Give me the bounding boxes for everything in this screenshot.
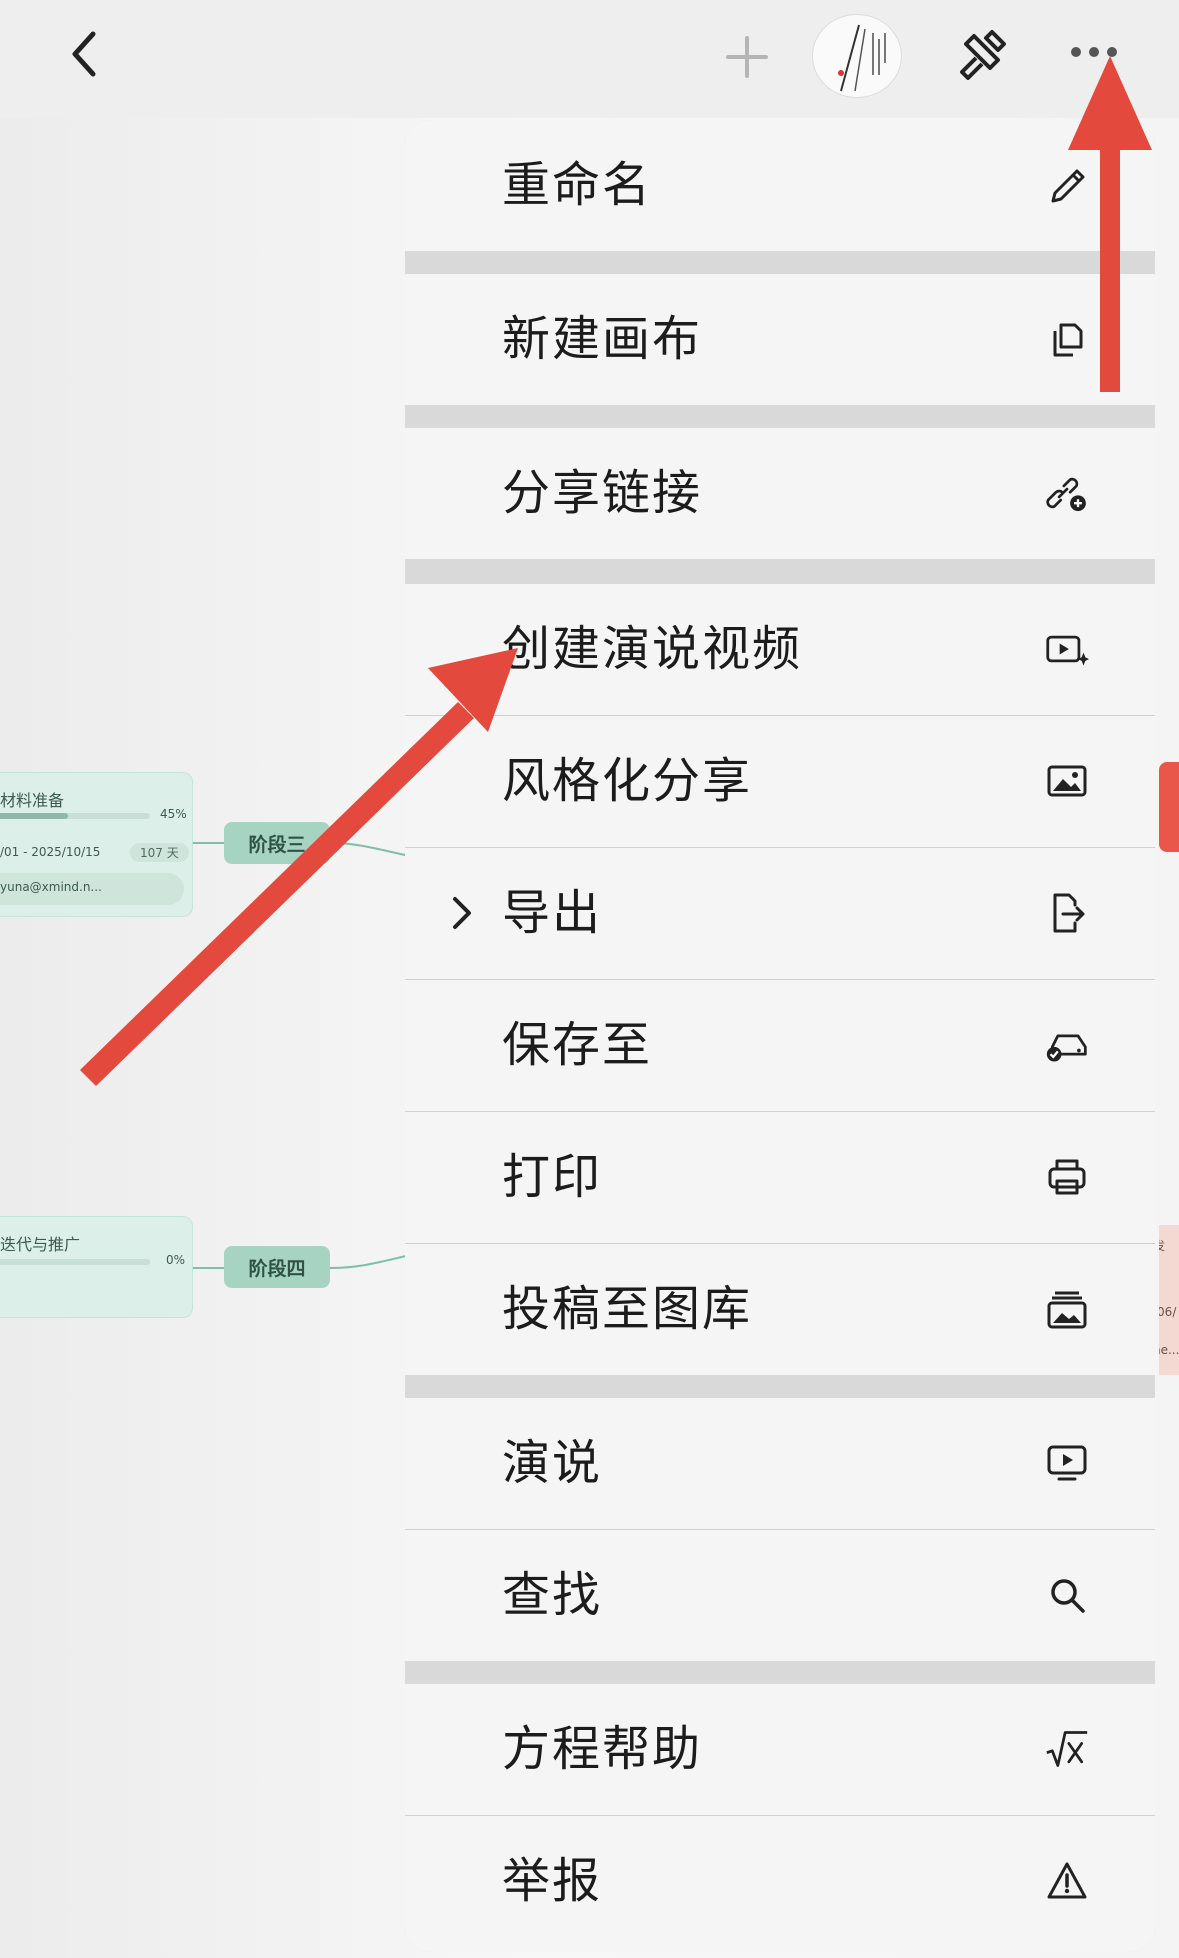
- menu-item-label: 投稿至图库: [502, 1281, 753, 1337]
- menu-item-label: 举报: [502, 1853, 603, 1909]
- stage-node-4[interactable]: 阶段四: [224, 1246, 330, 1288]
- menu-item-submit-to-gallery[interactable]: 投稿至图库: [405, 1244, 1155, 1375]
- right-peek-text-3: ne...: [1159, 1343, 1179, 1357]
- more-menu: 重命名 新建画布 分享链接 创建演说视频 风格化分享 导出 保存至 打印 投稿至…: [405, 120, 1155, 1952]
- task-assignee-pill: yuna@xmind.n...: [0, 873, 184, 905]
- right-node-peek: [1159, 762, 1179, 852]
- printer-icon: [1045, 1155, 1089, 1199]
- menu-item-label: 分享链接: [502, 465, 703, 521]
- right-peek-text-2: /06/: [1159, 1305, 1177, 1319]
- menu-item-rename[interactable]: 重命名: [405, 120, 1155, 251]
- thumbnail-sketch-icon: [838, 24, 886, 92]
- task-duration-badge: 107 天: [130, 843, 189, 862]
- ellipsis-icon: [1071, 47, 1117, 57]
- menu-item-label: 打印: [502, 1149, 603, 1205]
- menu-item-save-to[interactable]: 保存至: [405, 980, 1155, 1111]
- pencil-icon: [1045, 163, 1089, 207]
- task-progress-bar: [0, 813, 150, 819]
- menu-item-new-canvas[interactable]: 新建画布: [405, 274, 1155, 405]
- task-progress-fill: [0, 813, 68, 819]
- more-button[interactable]: [1068, 30, 1120, 74]
- menu-item-share-link[interactable]: 分享链接: [405, 428, 1155, 559]
- search-icon: [1045, 1573, 1089, 1617]
- menu-item-find[interactable]: 查找: [405, 1530, 1155, 1661]
- warning-icon: [1045, 1859, 1089, 1903]
- task-dates: /01 - 2025/10/15: [0, 845, 101, 859]
- menu-item-equation-help[interactable]: 方程帮助: [405, 1684, 1155, 1815]
- task-title: 迭代与推广: [0, 1235, 81, 1254]
- export-icon: [1045, 891, 1089, 935]
- menu-item-stylized-share[interactable]: 风格化分享: [405, 716, 1155, 847]
- add-button[interactable]: [722, 32, 772, 82]
- right-card-peek: 发 /06/ ne...: [1159, 1225, 1179, 1375]
- paintbrush-icon: [960, 30, 1006, 80]
- menu-item-create-presentation-video[interactable]: 创建演说视频: [405, 584, 1155, 715]
- menu-item-label: 新建画布: [502, 311, 703, 367]
- menu-item-report[interactable]: 举报: [405, 1816, 1155, 1952]
- task-progress-text: 45%: [160, 807, 187, 821]
- menu-item-label: 重命名: [502, 157, 653, 213]
- image-icon: [1045, 759, 1089, 803]
- drive-check-icon: [1045, 1023, 1089, 1067]
- mindmap-connectors: [192, 842, 411, 1269]
- menu-item-label: 方程帮助: [502, 1721, 703, 1777]
- task-title: 材料准备: [0, 791, 65, 810]
- task-progress-text: 0%: [166, 1253, 186, 1267]
- task-card-material[interactable]: 材料准备 45% /01 - 2025/10/15 107 天 yuna@xmi…: [0, 772, 193, 917]
- menu-item-label: 保存至: [502, 1017, 653, 1073]
- plus-icon: [726, 36, 768, 78]
- stage-node-3[interactable]: 阶段三: [224, 822, 330, 864]
- menu-item-label: 查找: [502, 1567, 603, 1623]
- chevron-right-icon: [453, 897, 471, 929]
- task-card-iteration[interactable]: 迭代与推广 0%: [0, 1216, 193, 1318]
- presentation-play-icon: [1045, 1441, 1089, 1485]
- right-peek-text-1: 发: [1159, 1239, 1166, 1253]
- style-button[interactable]: [950, 24, 1012, 86]
- menu-item-label: 导出: [502, 885, 603, 941]
- menu-item-label: 演说: [502, 1435, 603, 1491]
- canvas-thumbnail[interactable]: [812, 14, 902, 98]
- menu-item-label: 风格化分享: [502, 753, 753, 809]
- menu-item-export[interactable]: 导出: [405, 848, 1155, 979]
- duplicate-icon: [1045, 317, 1089, 361]
- menu-item-present[interactable]: 演说: [405, 1398, 1155, 1529]
- task-assignee: yuna@xmind.n...: [0, 880, 102, 894]
- link-add-icon: [1045, 471, 1089, 515]
- sqrt-x-icon: [1045, 1727, 1089, 1771]
- menu-item-print[interactable]: 打印: [405, 1112, 1155, 1243]
- gallery-icon: [1045, 1287, 1089, 1331]
- task-progress-bar: [0, 1259, 150, 1265]
- menu-item-label: 创建演说视频: [502, 621, 803, 677]
- video-sparkle-icon: [1045, 627, 1089, 671]
